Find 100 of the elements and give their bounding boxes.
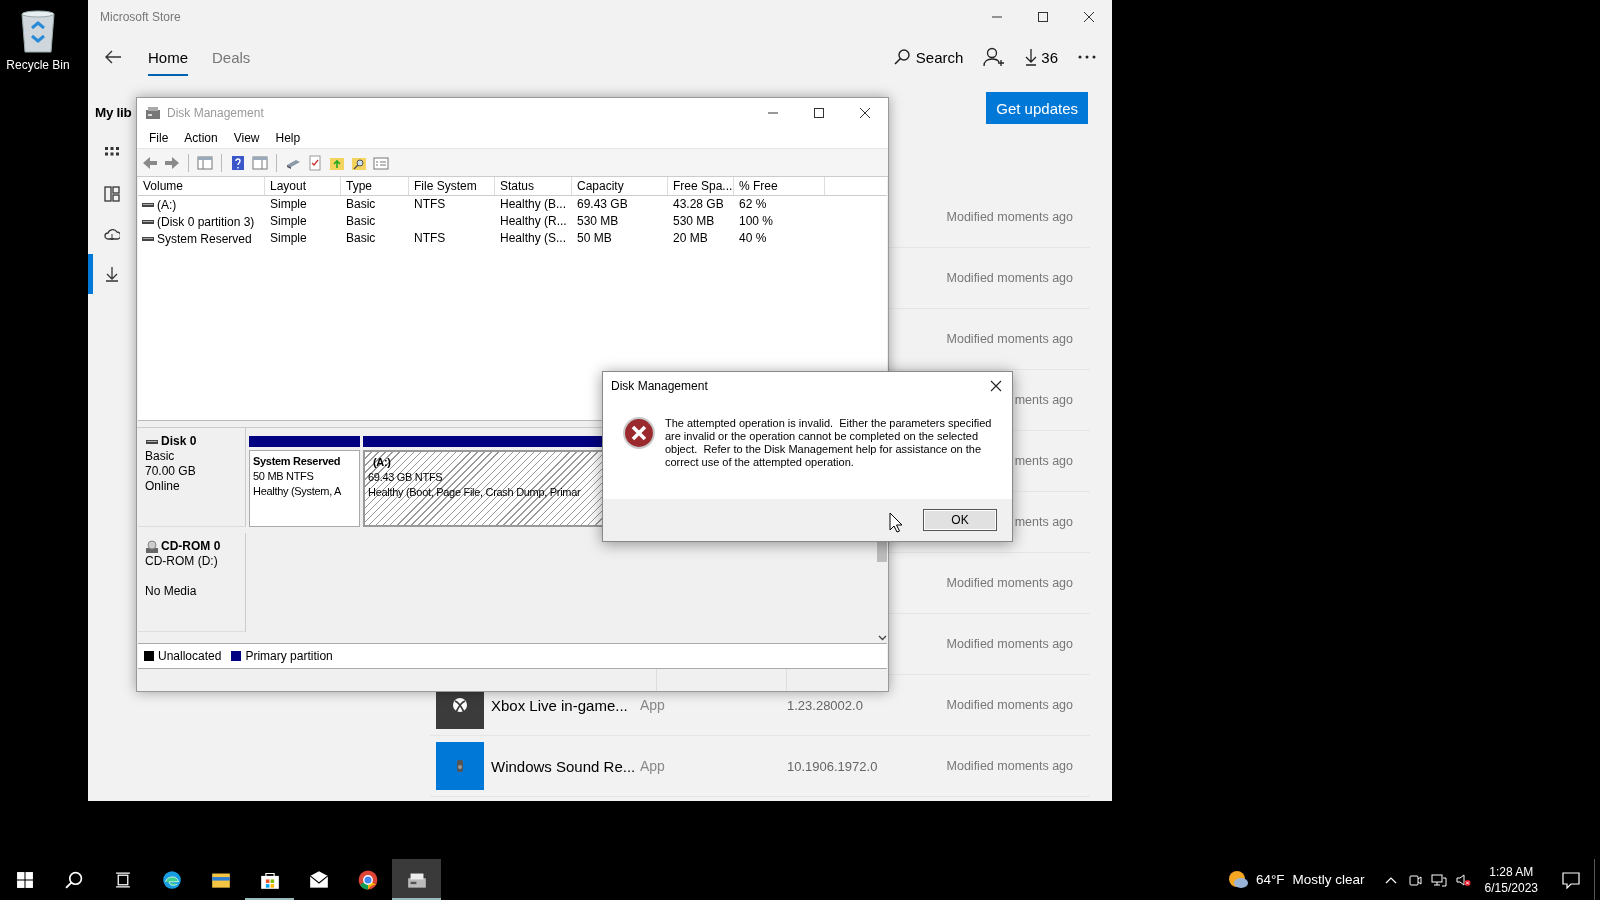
modified-text: ments ago — [1014, 393, 1073, 407]
menu-item[interactable]: View — [225, 131, 268, 145]
clock[interactable]: 1:28 AM 6/15/2023 — [1474, 863, 1548, 896]
table-cell: System Reserved — [157, 231, 252, 246]
weather-widget[interactable]: 64°F Mostly clear — [1228, 871, 1379, 888]
table-cell: (A:) — [157, 197, 177, 212]
column-header[interactable]: Layout — [265, 177, 341, 195]
table-cell-text: 62 % — [738, 196, 768, 213]
envelope-icon — [308, 869, 329, 890]
menu-item[interactable]: Help — [267, 131, 309, 145]
weather-text: Mostly clear — [1292, 872, 1365, 887]
app-version: 10.1906.1972.0 — [787, 758, 879, 774]
column-header[interactable]: File System — [409, 177, 495, 195]
back-arrow-icon[interactable] — [104, 49, 122, 65]
modified-text: Modified moments ago — [946, 210, 1073, 224]
modified-text: ments ago — [1014, 515, 1073, 529]
partition-status: Healthy (Boot, Page File, Crash Dump, Primar — [368, 485, 581, 500]
table-cell-text: Basic — [345, 213, 377, 230]
notification-icon[interactable] — [1562, 870, 1580, 889]
legend-label: Primary partition — [245, 649, 333, 663]
speaker-muted-icon[interactable] — [1454, 871, 1471, 888]
disk-size: 70.00 GB — [145, 464, 197, 479]
table-cell-text: Basic — [345, 230, 377, 247]
partition-box[interactable]: System Reserved 50 MB NTFS Healthy (System, A — [249, 450, 360, 527]
table-cell-text: Basic — [345, 196, 377, 213]
table-cell-text: Healthy (S... — [499, 230, 568, 247]
nav-tab[interactable]: Deals — [212, 38, 251, 76]
window-title: Disk Management — [167, 106, 265, 120]
maximize-icon[interactable] — [811, 105, 827, 121]
column-header[interactable]: Volume — [138, 177, 265, 195]
scroll-down-icon[interactable] — [877, 635, 887, 641]
close-icon[interactable] — [1081, 9, 1097, 25]
downloads-button[interactable]: 36 — [1025, 48, 1058, 66]
network-icon[interactable] — [1430, 871, 1447, 888]
mouse-pointer-icon — [889, 512, 903, 533]
app-name: Xbox Live in-game... — [490, 696, 628, 714]
modified-text: Modified moments ago — [946, 698, 1073, 712]
library-heading: My lib — [95, 104, 132, 122]
disk-name: Disk 0 — [161, 434, 197, 449]
cloud-icon — [103, 226, 120, 242]
partition-name: System Reserved — [253, 454, 341, 469]
table-cell: (Disk 0 partition 3) — [157, 214, 255, 229]
modified-text: Modified moments ago — [946, 332, 1073, 346]
taskbar-button[interactable] — [392, 859, 441, 900]
disk-status: No Media — [145, 584, 198, 599]
modified-text: ments ago — [1014, 454, 1073, 468]
dialog-title: Disk Management — [611, 379, 709, 393]
column-header[interactable]: Type — [341, 177, 409, 195]
nav-tab[interactable]: Home — [148, 38, 188, 76]
column-header[interactable]: % Free — [734, 177, 825, 195]
recycle-bin-icon — [18, 8, 58, 54]
disk-status: Online — [145, 479, 181, 494]
close-icon[interactable] — [857, 105, 873, 121]
download-icon — [103, 266, 120, 282]
maximize-icon[interactable] — [1035, 9, 1051, 25]
disk-name: CD-ROM 0 — [161, 539, 221, 554]
ok-button[interactable]: OK — [923, 509, 997, 531]
modified-text: Modified moments ago — [946, 759, 1073, 773]
table-cell-text: Healthy (R... — [499, 213, 568, 230]
table-cell-text: Simple — [269, 196, 308, 213]
browser-icon — [357, 869, 378, 890]
table-cell-text: 43.28 GB — [672, 196, 725, 213]
app-type: App — [640, 697, 666, 713]
table-cell-text: Healthy (B... — [499, 196, 568, 213]
clock-date: 6/15/2023 — [1484, 879, 1538, 896]
task-view-icon[interactable] — [113, 870, 132, 889]
modified-text: Modified moments ago — [946, 576, 1073, 590]
table-cell-text: 40 % — [738, 230, 768, 247]
table-cell-text: 530 MB — [672, 213, 716, 230]
modified-text: Modified moments ago — [946, 637, 1073, 651]
table-cell-text: 530 MB — [576, 213, 620, 230]
disk-management-icon — [145, 106, 161, 120]
partition-status: Healthy (System, A — [253, 484, 342, 499]
table-cell-text: NTFS — [413, 196, 447, 213]
menu-item[interactable]: File — [141, 131, 177, 145]
help-icon[interactable] — [229, 154, 247, 171]
moon-cloud-icon — [1228, 871, 1248, 888]
column-header[interactable]: Free Spa... — [668, 177, 734, 195]
checklist-icon[interactable] — [306, 154, 324, 171]
column-header[interactable]: Status — [495, 177, 572, 195]
more-icon[interactable] — [1078, 54, 1096, 60]
search-icon — [893, 49, 910, 65]
search-icon[interactable] — [64, 870, 83, 889]
browser-icon — [161, 869, 182, 890]
windows-logo-icon[interactable] — [15, 870, 34, 889]
download-icon — [1025, 48, 1038, 66]
error-icon — [623, 417, 655, 449]
column-header[interactable]: Capacity — [572, 177, 668, 195]
close-icon[interactable] — [989, 379, 1003, 393]
menu-item[interactable]: Action — [176, 131, 226, 145]
search-button[interactable]: Search — [893, 48, 964, 66]
temperature-text: 64°F — [1255, 872, 1285, 887]
table-cell-text: Simple — [269, 213, 308, 230]
forward-arrow-icon[interactable] — [163, 154, 181, 171]
clock-time: 1:28 AM — [1489, 863, 1534, 880]
person-add-icon[interactable] — [983, 47, 1006, 67]
get-updates-button[interactable]: Get updates — [986, 92, 1088, 124]
table-cell-text: NTFS — [413, 230, 447, 247]
app-name: Windows Sound Re... — [490, 757, 636, 775]
desktop-icon-label[interactable]: Recycle Bin — [6, 58, 70, 72]
